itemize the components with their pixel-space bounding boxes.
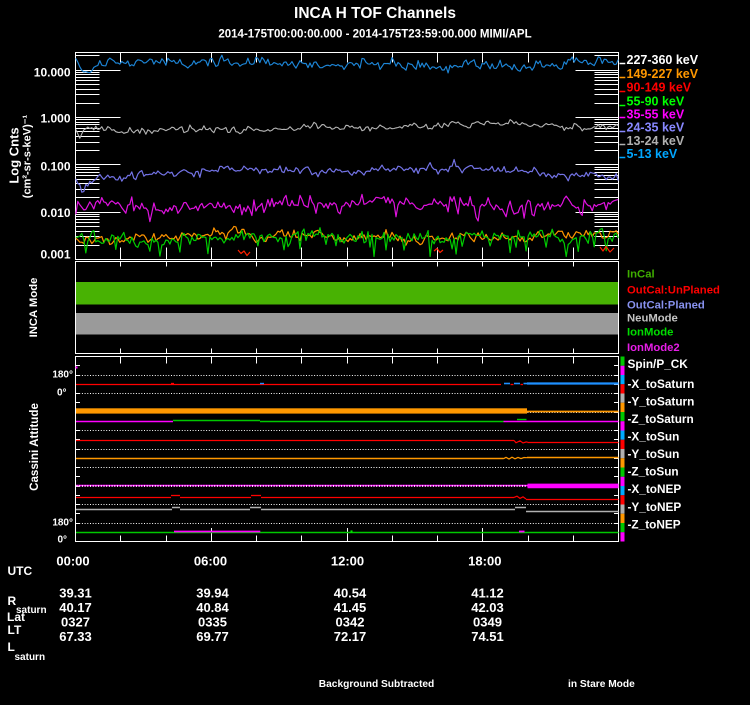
svg-text:(cm²-sr-s-keV)⁻¹: (cm²-sr-s-keV)⁻¹ [22, 114, 34, 198]
svg-text:90-149 keV: 90-149 keV [627, 81, 692, 95]
svg-text:UTC: UTC [8, 564, 33, 578]
svg-text:NeuMode: NeuMode [627, 312, 678, 324]
svg-text:180°: 180° [52, 518, 73, 529]
svg-text:OutCal:UnPlaned: OutCal:UnPlaned [627, 284, 720, 296]
svg-text:0342: 0342 [336, 615, 365, 630]
svg-text:2014-175T00:00:00.000 - 2014-1: 2014-175T00:00:00.000 - 2014-175T23:59:0… [218, 29, 531, 41]
svg-text:-Z_toSun: -Z_toSun [628, 465, 679, 479]
svg-text:5-13 keV: 5-13 keV [627, 147, 678, 161]
svg-text:InCal: InCal [627, 269, 655, 281]
svg-text:Log Cnts: Log Cnts [7, 127, 22, 183]
svg-text:67.33: 67.33 [59, 629, 92, 644]
svg-text:00:00: 00:00 [56, 554, 89, 569]
svg-text:42.03: 42.03 [471, 600, 504, 615]
svg-text:Background Subtracted: Background Subtracted [319, 679, 434, 690]
svg-text:10.000: 10.000 [34, 66, 71, 80]
svg-text:0°: 0° [57, 387, 67, 398]
svg-text:OutCal:Planed: OutCal:Planed [627, 300, 705, 312]
svg-text:0349: 0349 [473, 615, 502, 630]
svg-text:Lat: Lat [7, 610, 25, 624]
svg-text:40.17: 40.17 [59, 600, 92, 615]
svg-text:0335: 0335 [198, 615, 227, 630]
svg-text:39.31: 39.31 [59, 586, 92, 601]
svg-text:in Stare Mode: in Stare Mode [568, 679, 635, 690]
svg-text:06:00: 06:00 [194, 554, 227, 569]
svg-text:IonMode2: IonMode2 [627, 342, 680, 354]
svg-text:-Z_toSaturn: -Z_toSaturn [628, 412, 694, 426]
svg-text:40.84: 40.84 [196, 600, 229, 615]
svg-text:180°: 180° [52, 370, 73, 381]
svg-text:0.100: 0.100 [40, 159, 70, 173]
svg-text:INCA Mode: INCA Mode [28, 278, 40, 338]
svg-text:74.51: 74.51 [471, 629, 504, 644]
svg-text:-Z_toNEP: -Z_toNEP [628, 517, 681, 531]
svg-text:41.45: 41.45 [334, 600, 367, 615]
svg-text:-X_toSun: -X_toSun [628, 430, 680, 444]
svg-text:-Y_toSaturn: -Y_toSaturn [628, 394, 695, 408]
svg-text:0327: 0327 [61, 615, 90, 630]
svg-text:69.77: 69.77 [196, 629, 229, 644]
svg-text:0°: 0° [57, 535, 67, 546]
svg-text:saturn: saturn [15, 652, 46, 663]
svg-text:0.001: 0.001 [40, 248, 70, 262]
svg-text:-Y_toNEP: -Y_toNEP [628, 500, 682, 514]
svg-text:12:00: 12:00 [331, 554, 364, 569]
svg-text:-X_toSaturn: -X_toSaturn [628, 377, 695, 391]
svg-text:-Y_toSun: -Y_toSun [628, 447, 680, 461]
svg-text:41.12: 41.12 [471, 586, 504, 601]
svg-text:149-227 keV: 149-227 keV [627, 67, 699, 81]
svg-text:55-90 keV: 55-90 keV [627, 95, 685, 109]
svg-text:72.17: 72.17 [334, 629, 367, 644]
svg-text:40.54: 40.54 [334, 586, 367, 601]
svg-text:Spin/P_CK: Spin/P_CK [628, 357, 689, 371]
svg-text:18:00: 18:00 [468, 554, 501, 569]
svg-text:LT: LT [8, 623, 22, 637]
svg-text:227-360 keV: 227-360 keV [627, 53, 699, 67]
svg-text:IonMode: IonMode [627, 327, 673, 339]
svg-text:35-55 keV: 35-55 keV [627, 107, 685, 121]
svg-text:INCA H TOF Channels: INCA H TOF Channels [294, 5, 456, 22]
svg-text:1.000: 1.000 [40, 112, 70, 126]
svg-text:39.94: 39.94 [196, 586, 229, 601]
svg-text:-X_toNEP: -X_toNEP [628, 482, 682, 496]
svg-text:Cassini Attitude: Cassini Attitude [28, 403, 41, 491]
svg-text:0.010: 0.010 [40, 206, 70, 220]
svg-text:24-35 keV: 24-35 keV [627, 121, 685, 135]
